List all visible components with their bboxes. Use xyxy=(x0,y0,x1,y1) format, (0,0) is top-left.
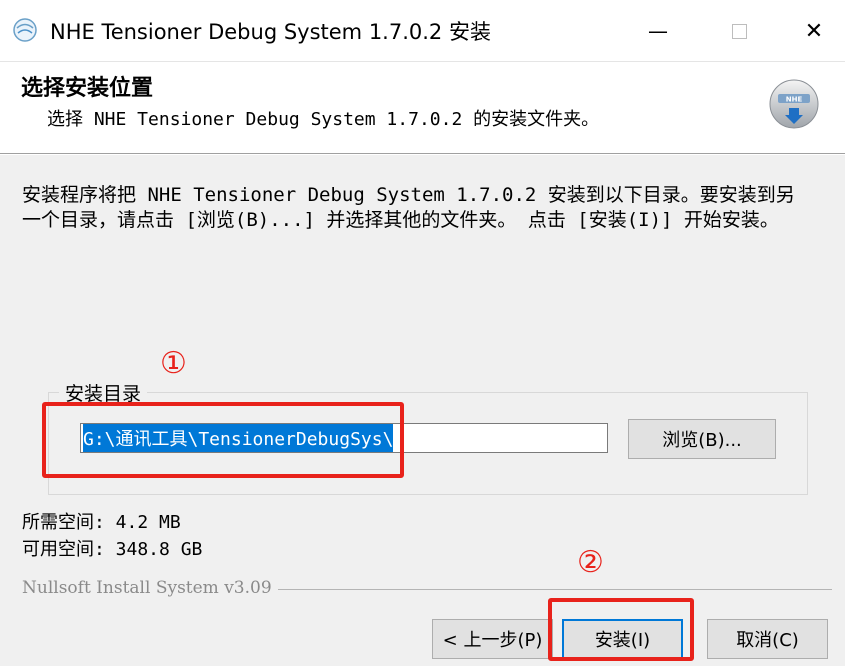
back-button[interactable]: < 上一步(P) xyxy=(432,619,553,659)
maximize-button[interactable] xyxy=(708,0,770,62)
annotation-box-2 xyxy=(548,598,694,661)
branding-line: Nullsoft Install System v3.09 xyxy=(22,578,832,598)
space-available: 可用空间: 348.8 GB xyxy=(22,539,203,560)
annotation-marker-1: ① xyxy=(160,346,187,381)
cancel-button[interactable]: 取消(C) xyxy=(707,619,828,659)
page-header: 选择安装位置 选择 NHE Tensioner Debug System 1.7… xyxy=(0,62,845,154)
close-icon: ✕ xyxy=(804,18,824,44)
browse-button[interactable]: 浏览(B)... xyxy=(628,419,776,459)
close-button[interactable]: ✕ xyxy=(783,0,845,62)
annotation-box-1 xyxy=(42,402,404,478)
instruction-text: 安装程序将把 NHE Tensioner Debug System 1.7.0.… xyxy=(22,184,795,231)
logo-text: NHE xyxy=(786,96,803,104)
install-disk-icon: NHE xyxy=(768,78,820,130)
space-required: 所需空间: 4.2 MB xyxy=(22,512,181,533)
maximize-icon xyxy=(731,23,747,39)
minimize-button[interactable]: — xyxy=(627,0,689,62)
page-title: 选择安装位置 xyxy=(21,76,154,101)
title-bar: NHE Tensioner Debug System 1.7.0.2 安装 — … xyxy=(0,0,845,62)
window-title: NHE Tensioner Debug System 1.7.0.2 安装 xyxy=(50,20,491,44)
branding-text: Nullsoft Install System v3.09 xyxy=(22,578,278,598)
minimize-icon: — xyxy=(648,19,668,43)
annotation-marker-2: ② xyxy=(577,545,604,580)
page-subtitle: 选择 NHE Tensioner Debug System 1.7.0.2 的安… xyxy=(47,109,600,130)
installer-app-icon xyxy=(12,17,38,43)
